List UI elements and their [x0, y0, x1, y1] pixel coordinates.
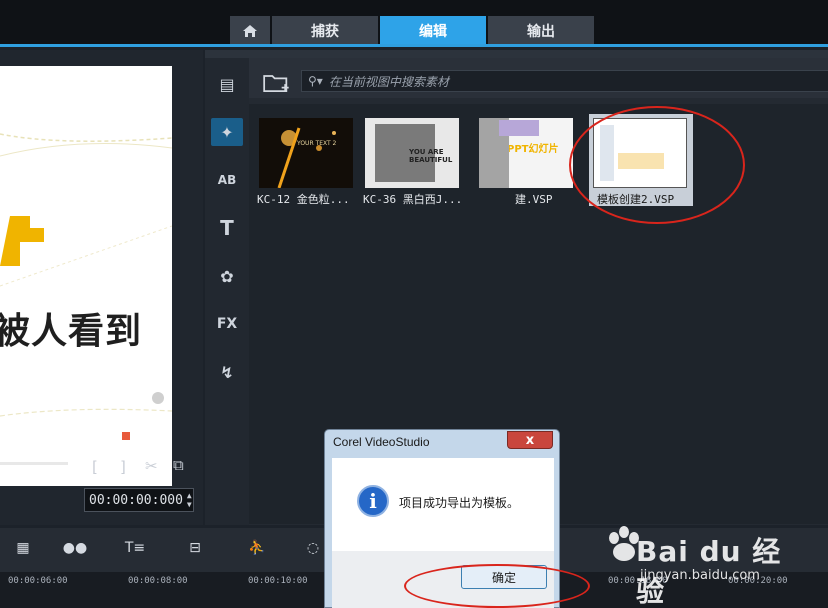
thumbnail-image: YOU ARE BEAUTIFUL — [365, 118, 459, 188]
annotation-ellipse — [404, 564, 590, 608]
library-top-strip — [205, 50, 828, 58]
ruler-tick-label: 00:00:08:00 — [128, 576, 188, 586]
filter-icon[interactable]: FX — [211, 310, 243, 338]
split-scissors-icon[interactable]: ✂ — [145, 457, 158, 475]
path-icon[interactable]: ↯ — [211, 358, 243, 386]
home-icon — [243, 24, 257, 37]
motion-tracking-icon[interactable]: ⛹ — [244, 540, 270, 560]
storyboard-view-icon[interactable]: ▦ — [10, 540, 36, 560]
add-folder-icon[interactable] — [263, 72, 291, 94]
blurred-region — [499, 120, 539, 136]
ruler-tick-label: 00:00:06:00 — [8, 576, 68, 586]
timecode-value: 00:00:00:000 — [89, 492, 183, 508]
overlay-track-icon[interactable]: ⊟ — [182, 540, 208, 560]
preview-overlay-text: 被人看到 — [0, 311, 143, 352]
workspace-tab-bar: 捕获 编辑 输出 — [0, 0, 828, 47]
media-icon[interactable]: ▤ — [211, 70, 243, 98]
tab-underline — [0, 44, 828, 47]
thumbnail-image: YOUR TEXT 2 — [259, 118, 353, 188]
thumbnail-label: KC-12 金色粒... — [257, 193, 350, 206]
tab-home[interactable] — [230, 16, 270, 45]
search-icon: ⚲▾ — [308, 74, 323, 88]
mark-out-button[interactable]: ] — [120, 458, 126, 476]
dialog-title: Corel VideoStudio — [333, 435, 430, 449]
preview-window[interactable]: 被人看到 — [0, 66, 172, 486]
thumbnail-caption: PPT幻灯片 — [507, 144, 559, 155]
library-item[interactable]: YOUR TEXT 2 KC-12 金色粒... — [255, 114, 359, 206]
mask-icon[interactable]: ◌ — [300, 540, 326, 560]
graphic-icon[interactable]: ✿ — [211, 262, 243, 290]
gold-particles-preview — [277, 127, 336, 188]
thumbnail-caption: YOU ARE BEAUTIFUL — [409, 148, 453, 164]
tab-edit[interactable]: 编辑 — [380, 16, 486, 45]
timecode-stepper-icon[interactable]: ▲ ▼ — [187, 491, 192, 509]
thumbnail-image: PPT幻灯片 — [479, 118, 573, 188]
transition-icon[interactable]: AB — [211, 166, 243, 194]
tab-capture[interactable]: 捕获 — [272, 16, 378, 45]
thumbnail-label: KC-36 黑白西J... — [363, 193, 463, 206]
baidu-watermark: Bai du 经验 jingyan.baidu.com — [606, 522, 806, 608]
dialog-message: 项目成功导出为模板。 — [399, 496, 520, 510]
thumbnail-caption: YOUR TEXT 2 — [297, 140, 337, 147]
library-item[interactable]: YOU ARE BEAUTIFUL KC-36 黑白西J... — [361, 114, 465, 206]
dialog-body: i 项目成功导出为模板。 — [332, 458, 554, 551]
timeline-view-icon[interactable]: ●● — [62, 540, 88, 560]
library-item[interactable]: PPT幻灯片 建.VSP — [475, 114, 579, 206]
preview-panel: 被人看到 [ ] ✂ ⧉ 00:00:00:000 ▲ ▼ — [0, 50, 203, 525]
library-toolbar: ⚲▾ 在当前视图中搜索素材 — [249, 58, 828, 98]
info-icon: i — [357, 485, 389, 517]
search-placeholder: 在当前视图中搜索素材 — [328, 74, 449, 89]
annotation-ellipse — [569, 106, 745, 224]
video-editor-window: 捕获 编辑 输出 被人看到 [ ] ✂ ⧉ 00:00:00:000 ▲ ▼ ▤… — [0, 0, 828, 608]
preview-decoration — [0, 133, 172, 440]
instant-project-icon[interactable]: ✦ — [211, 118, 243, 146]
title-icon[interactable]: T — [211, 214, 243, 242]
ruler-tick-label: 00:00:10:00 — [248, 576, 308, 586]
dialog-close-button[interactable]: x — [507, 431, 553, 449]
timecode-display[interactable]: 00:00:00:000 ▲ ▼ — [84, 488, 194, 512]
mark-in-button[interactable]: [ — [92, 458, 98, 476]
library-category-bar: ▤ ✦ AB T ✿ FX ↯ — [205, 58, 249, 525]
search-input[interactable]: ⚲▾ 在当前视图中搜索素材 — [301, 70, 828, 92]
enlarge-preview-icon[interactable]: ⧉ — [173, 456, 184, 474]
title-track-icon[interactable]: T≡ — [122, 540, 148, 560]
watermark-url: jingyan.baidu.com — [640, 568, 760, 583]
tab-share[interactable]: 输出 — [488, 16, 594, 45]
scrubber[interactable] — [0, 462, 68, 465]
